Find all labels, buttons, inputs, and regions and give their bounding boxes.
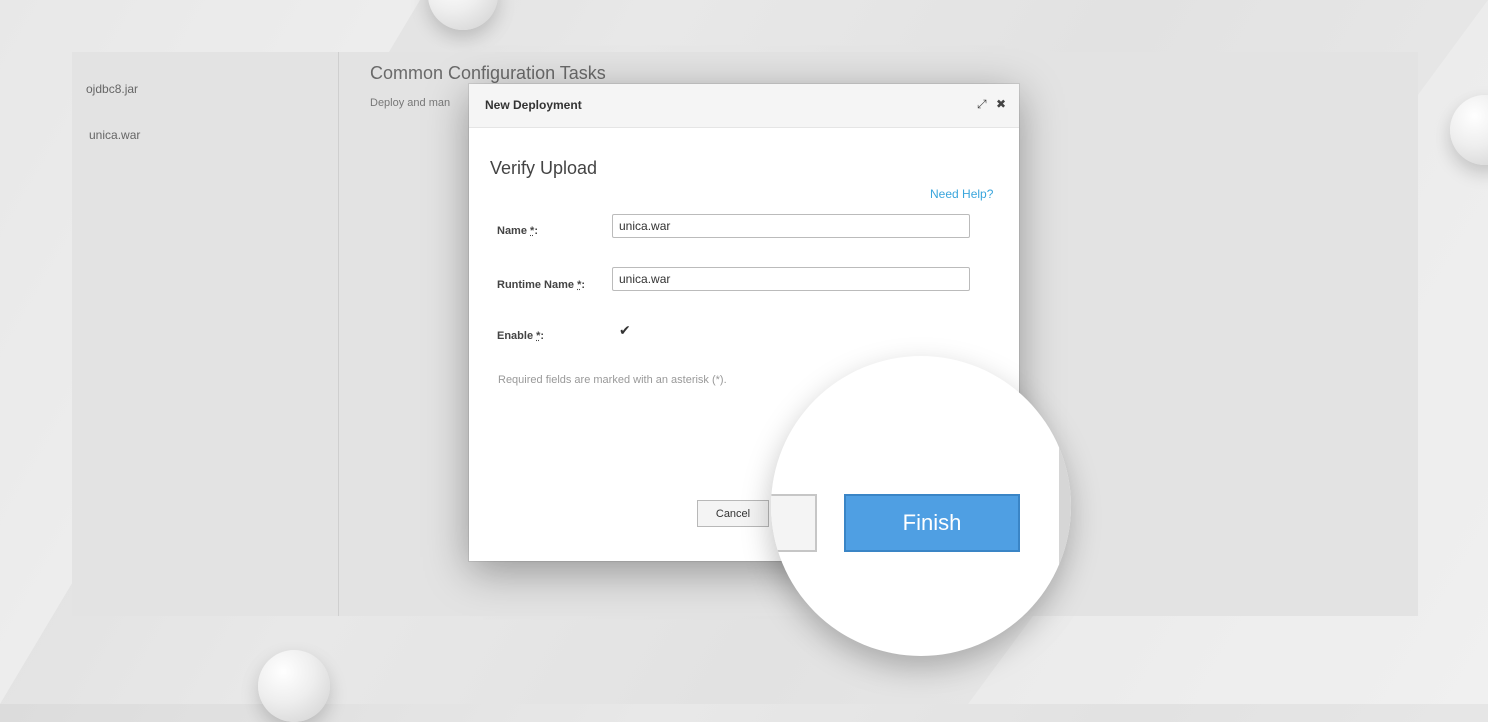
enable-label: Enable *:	[497, 330, 545, 342]
dialog-edge-zoomed	[1059, 356, 1071, 656]
zoom-magnifier: Finish	[771, 356, 1071, 656]
runtime-name-input[interactable]	[612, 267, 970, 291]
cancel-button[interactable]: Cancel	[697, 500, 769, 527]
decorative-bubble	[1450, 95, 1488, 165]
sidebar-item-unica[interactable]: unica.war	[89, 128, 140, 142]
required-mark: *	[536, 330, 541, 342]
step-title: Verify Upload	[490, 158, 598, 178]
dialog-header: New Deployment ⤢ ✖	[469, 84, 1019, 128]
need-help-link[interactable]: Need Help?	[930, 187, 993, 201]
required-fields-note: Required fields are marked with an aster…	[498, 374, 727, 386]
runtime-name-label: Runtime Name *:	[497, 279, 586, 291]
name-label: Name *:	[497, 225, 538, 237]
page-subtitle: Deploy and man	[370, 97, 451, 109]
sidebar-item-ojdbc8[interactable]: ojdbc8.jar	[86, 82, 138, 96]
required-mark: *	[530, 225, 535, 237]
decorative-bubble	[428, 0, 498, 30]
required-mark: *	[577, 279, 582, 291]
close-icon[interactable]: ✖	[996, 97, 1006, 111]
enable-checkbox[interactable]: ✔	[619, 322, 631, 339]
maximize-icon[interactable]: ⤢	[977, 97, 987, 112]
sidebar: ojdbc8.jar unica.war	[72, 52, 339, 616]
name-input[interactable]	[612, 214, 970, 238]
decorative-bubble	[258, 650, 330, 722]
finish-button[interactable]: Finish	[844, 494, 1020, 552]
page-title: Common Configuration Tasks	[370, 63, 606, 83]
cancel-button-zoomed[interactable]	[771, 494, 817, 552]
dialog-title: New Deployment	[485, 98, 582, 112]
